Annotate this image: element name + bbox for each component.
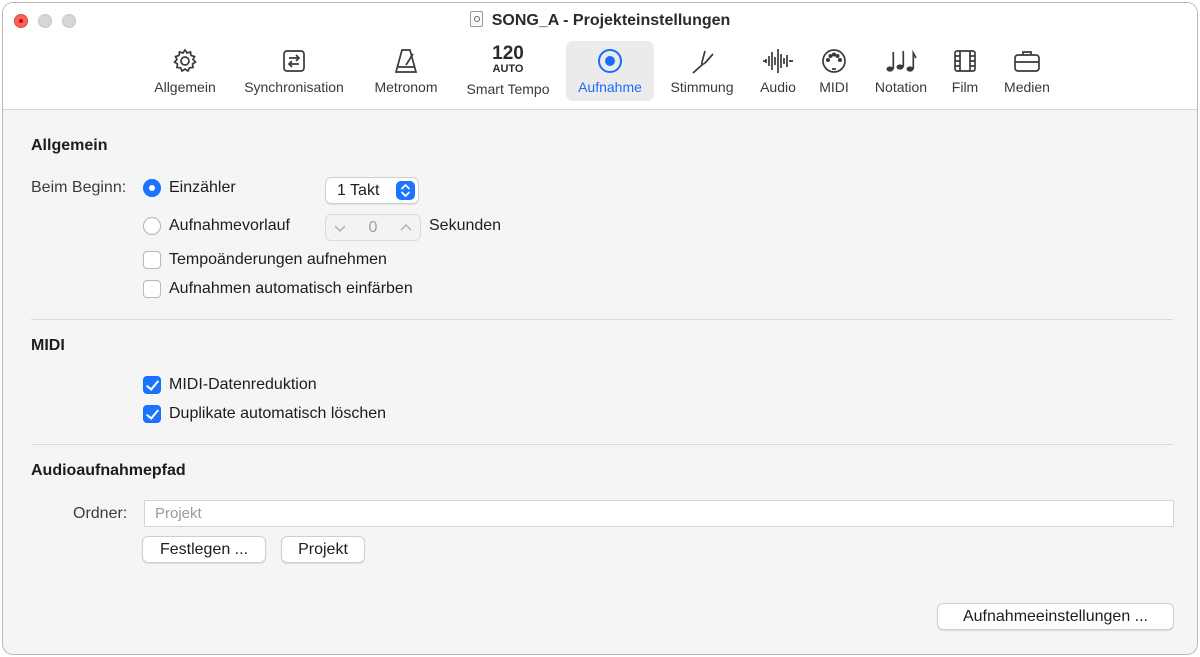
seconds-label: Sekunden	[429, 217, 502, 234]
midi-data-reduction-label: MIDI-Datenreduktion	[169, 376, 317, 393]
tab-notation[interactable]: Notation	[865, 41, 937, 101]
tab-label: Metronom	[374, 79, 438, 95]
chevron-up-icon[interactable]	[399, 221, 413, 235]
film-icon	[951, 43, 979, 75]
delete-duplicates-checkbox[interactable]	[143, 405, 161, 423]
tempo-value: 120	[492, 43, 524, 64]
tab-audio[interactable]: Audio	[749, 41, 807, 101]
folder-path-input[interactable]	[145, 501, 1173, 526]
section-heading-general: Allgemein	[31, 137, 108, 154]
sync-icon	[280, 43, 308, 75]
section-heading-audio-path: Audioaufnahmepfad	[31, 462, 186, 479]
project-settings-window: SONG_A - Projekteinstellungen Allgemein	[2, 2, 1198, 655]
tab-label: MIDI	[819, 79, 849, 95]
tab-label: Aufnahme	[578, 79, 642, 95]
tab-stimmung[interactable]: Stimmung	[661, 41, 743, 101]
count-in-label: Einzähler	[169, 179, 236, 196]
tab-label: Film	[951, 79, 979, 95]
tab-allgemein[interactable]: Allgemein	[145, 41, 225, 101]
window-title: SONG_A - Projekteinstellungen	[3, 11, 1197, 30]
notes-icon	[885, 43, 917, 75]
gear-icon	[171, 43, 199, 75]
tab-smart-tempo[interactable]: 120 AUTO Smart Tempo	[457, 41, 559, 101]
section-heading-midi: MIDI	[31, 337, 65, 354]
midi-data-reduction-checkbox[interactable]	[143, 376, 161, 394]
divider	[31, 319, 1173, 320]
tuning-fork-icon	[688, 43, 716, 75]
folder-label: Ordner:	[73, 505, 128, 522]
up-down-chevron-icon	[396, 181, 415, 200]
briefcase-icon	[1012, 43, 1042, 75]
auto-color-checkbox[interactable]	[143, 280, 161, 298]
preroll-radio[interactable]	[143, 217, 161, 235]
tempo-changes-label: Tempoänderungen aufnehmen	[169, 251, 387, 268]
delete-duplicates-label: Duplikate automatisch löschen	[169, 405, 387, 422]
tab-synchronisation[interactable]: Synchronisation	[232, 41, 356, 101]
document-icon	[469, 11, 483, 27]
tab-label: Allgemein	[154, 79, 216, 95]
set-folder-button[interactable]: Festlegen ...	[142, 536, 266, 563]
settings-tabs: Allgemein Synchronisation Metronom 120 A…	[3, 41, 1197, 103]
preroll-label: Aufnahmevorlauf	[169, 217, 290, 234]
on-start-label: Beim Beginn:	[31, 179, 127, 196]
tab-label: Synchronisation	[244, 79, 344, 95]
midi-connector-icon	[820, 43, 848, 75]
tempo-icon: 120 AUTO	[492, 43, 524, 77]
tab-aufnahme[interactable]: Aufnahme	[566, 41, 654, 101]
record-icon	[596, 43, 624, 75]
tab-label: Stimmung	[670, 79, 734, 95]
count-in-radio[interactable]	[143, 179, 161, 197]
tab-film[interactable]: Film	[945, 41, 985, 101]
tempo-changes-checkbox[interactable]	[143, 251, 161, 269]
project-folder-button[interactable]: Projekt	[281, 536, 365, 563]
metronome-icon	[392, 43, 420, 75]
divider	[31, 444, 1173, 445]
window-title-text: SONG_A - Projekteinstellungen	[491, 12, 731, 29]
tab-medien[interactable]: Medien	[997, 41, 1057, 101]
tab-label: Smart Tempo	[466, 81, 550, 97]
count-in-value: 1 Takt	[337, 182, 380, 199]
preroll-stepper[interactable]: 0	[325, 214, 421, 241]
tab-label: Medien	[1004, 79, 1050, 95]
waveform-icon	[762, 43, 794, 75]
tab-label: Notation	[874, 79, 928, 95]
toolbar: SONG_A - Projekteinstellungen Allgemein	[3, 3, 1197, 110]
count-in-popup[interactable]: 1 Takt	[325, 177, 419, 204]
tab-label: Audio	[760, 79, 796, 95]
tab-metronom[interactable]: Metronom	[365, 41, 447, 101]
record-settings-button[interactable]: Aufnahmeeinstellungen ...	[937, 603, 1174, 630]
tab-midi[interactable]: MIDI	[811, 41, 857, 101]
auto-color-label: Aufnahmen automatisch einfärben	[169, 280, 413, 297]
tempo-mode: AUTO	[492, 63, 524, 75]
folder-path-field[interactable]	[144, 500, 1174, 527]
